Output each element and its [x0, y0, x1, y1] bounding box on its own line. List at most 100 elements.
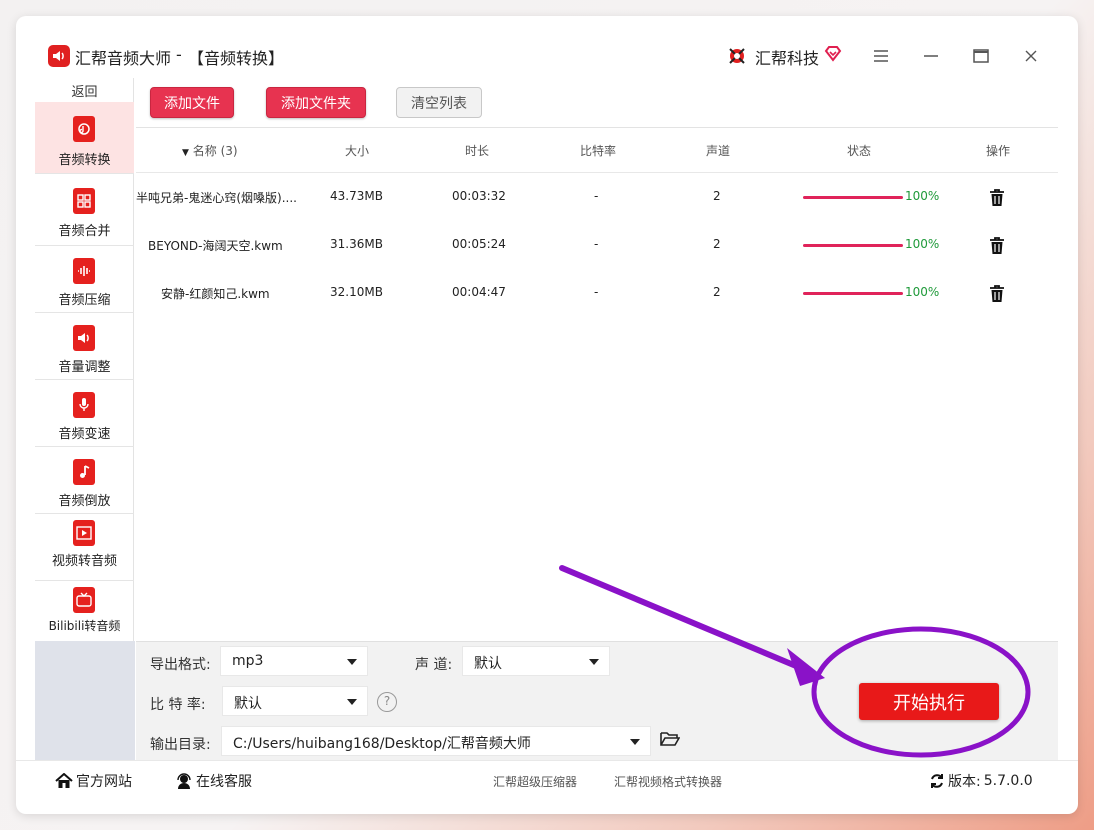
sidebar-item-label: 音频合并 — [58, 224, 111, 239]
progress-bar — [803, 292, 903, 295]
super-compressor-link[interactable]: 汇帮超级压缩器 — [493, 773, 577, 790]
app-name: 汇帮音频大师 — [75, 49, 172, 68]
sort-name-column[interactable]: ▼ 名称 (3) — [182, 142, 238, 159]
sidebar-item-audio-reverse[interactable]: 音频倒放 — [35, 447, 134, 514]
sidebar-item-label: 音量调整 — [58, 360, 111, 375]
table-row[interactable]: 安静-红颜知己.kwm 32.10MB 00:04:47 - 2 100% — [136, 269, 1058, 317]
bitrate-label: 比 特 率: — [150, 697, 206, 713]
output-dir-select[interactable]: C:/Users/huibang168/Desktop/汇帮音频大师 — [221, 726, 651, 756]
file-name: 半吨兄弟-鬼迷心窍(烟嗓版).... — [136, 191, 297, 205]
menu-icon[interactable] — [869, 44, 893, 68]
chevron-down-icon — [347, 659, 357, 665]
minimize-icon[interactable] — [919, 44, 943, 68]
home-icon — [55, 773, 73, 788]
audio-compress-icon — [73, 258, 95, 284]
column-name: 名称 (3) — [192, 144, 238, 158]
channel-label: 声 道: — [415, 657, 453, 673]
file-duration: 00:04:47 — [452, 285, 506, 299]
file-channels: 2 — [713, 285, 721, 299]
folder-open-icon[interactable] — [660, 731, 681, 751]
sidebar-item-audio-compress[interactable]: 音频压缩 — [35, 246, 134, 313]
add-folder-button[interactable]: 添加文件夹 — [266, 87, 366, 118]
file-name: 安静-红颜知己.kwm — [161, 287, 270, 301]
output-dir-label: 输出目录: — [150, 737, 211, 753]
file-size: 43.73MB — [330, 189, 383, 203]
add-file-button[interactable]: 添加文件 — [150, 87, 234, 118]
file-duration: 00:03:32 — [452, 189, 506, 203]
sidebar-item-label: 音频变速 — [58, 427, 111, 442]
start-button[interactable]: 开始执行 — [859, 683, 999, 720]
sidebar-item-volume[interactable]: 音量调整 — [35, 313, 134, 380]
sidebar-item-label: 音频倒放 — [58, 494, 111, 509]
channel-select[interactable]: 默认 — [462, 646, 610, 676]
close-icon[interactable] — [1019, 44, 1043, 68]
progress-text: 100% — [905, 285, 940, 299]
microphone-icon — [73, 392, 95, 418]
format-select[interactable]: mp3 — [220, 646, 368, 676]
bilibili-tv-icon — [73, 587, 95, 613]
back-link[interactable]: 返回 — [35, 81, 134, 100]
file-channels: 2 — [713, 189, 721, 203]
video-converter-link[interactable]: 汇帮视频格式转换器 — [614, 773, 722, 790]
sidebar-item-label: 音频转换 — [58, 153, 111, 168]
output-dir-value: C:/Users/huibang168/Desktop/汇帮音频大师 — [233, 736, 531, 752]
file-duration: 00:05:24 — [452, 237, 506, 251]
audio-merge-icon — [73, 188, 95, 214]
clear-list-button[interactable]: 清空列表 — [396, 87, 482, 118]
audio-convert-icon — [73, 116, 95, 142]
chevron-down-icon — [630, 739, 640, 745]
file-bitrate: - — [594, 189, 599, 203]
trash-icon[interactable] — [989, 237, 1005, 255]
version-label: 版本: — [948, 774, 981, 790]
column-duration: 时长 — [465, 144, 490, 158]
module-title: 【音频转换】 — [188, 49, 285, 68]
refresh-icon — [931, 774, 943, 788]
app-window: 汇帮音频大师 - 【音频转换】 汇帮科技 返回 音频转换 音频合并 音频压缩 音… — [16, 16, 1078, 814]
progress-bar — [803, 196, 903, 199]
vip-diamond-icon[interactable] — [823, 44, 843, 68]
version-info: 版本: 5.7.0.0 — [929, 771, 1033, 791]
sidebar-item-audio-speed[interactable]: 音频变速 — [35, 380, 134, 447]
volume-icon — [73, 325, 95, 351]
column-status: 状态 — [847, 144, 872, 158]
status-bar: 官方网站 在线客服 汇帮超级压缩器 汇帮视频格式转换器 版本: 5.7.0.0 — [16, 760, 1078, 796]
online-support-label: 在线客服 — [196, 774, 252, 790]
bitrate-select[interactable]: 默认 — [222, 686, 368, 716]
maximize-icon[interactable] — [969, 44, 993, 68]
table-row[interactable]: 半吨兄弟-鬼迷心窍(烟嗓版).... 43.73MB 00:03:32 - 2 … — [136, 173, 1058, 221]
format-label: 导出格式: — [150, 657, 211, 673]
column-bitrate: 比特率 — [580, 144, 617, 158]
sidebar-item-bilibili[interactable]: Bilibili转音频 — [35, 581, 134, 643]
sidebar-item-label: Bilibili转音频 — [48, 619, 121, 633]
column-action: 操作 — [986, 144, 1011, 158]
channel-value: 默认 — [474, 656, 502, 672]
progress-text: 100% — [905, 237, 940, 251]
format-value: mp3 — [232, 653, 264, 669]
version-number: 5.7.0.0 — [983, 773, 1033, 789]
file-size: 31.36MB — [330, 237, 383, 251]
support-agent-icon — [177, 773, 191, 789]
sidebar-item-audio-convert[interactable]: 音频转换 — [35, 102, 134, 174]
official-website-label: 官方网站 — [76, 774, 132, 790]
trash-icon[interactable] — [989, 189, 1005, 207]
file-bitrate: - — [594, 285, 599, 299]
column-size: 大小 — [345, 144, 370, 158]
table-row[interactable]: BEYOND-海阔天空.kwm 31.36MB 00:05:24 - 2 100… — [136, 221, 1058, 269]
sidebar-footer — [35, 641, 135, 760]
help-icon[interactable]: ? — [377, 692, 397, 712]
sidebar-item-label: 音频压缩 — [58, 293, 111, 308]
online-support-link[interactable]: 在线客服 — [175, 771, 252, 791]
trash-icon[interactable] — [989, 285, 1005, 303]
official-website-link[interactable]: 官方网站 — [55, 771, 132, 791]
file-size: 32.10MB — [330, 285, 383, 299]
progress-text: 100% — [905, 189, 940, 203]
sidebar-item-audio-merge[interactable]: 音频合并 — [35, 174, 134, 246]
progress-bar — [803, 244, 903, 247]
sidebar-item-video-to-audio[interactable]: 视频转音频 — [35, 514, 134, 581]
file-table-header: ▼ 名称 (3) 大小 时长 比特率 声道 状态 操作 — [136, 128, 1058, 173]
file-bitrate: - — [594, 237, 599, 251]
brand-name: 汇帮科技 — [755, 49, 820, 68]
title-separator: - — [176, 45, 182, 64]
toolbar: 添加文件 添加文件夹 清空列表 — [136, 78, 1058, 128]
video-film-icon — [73, 520, 95, 546]
